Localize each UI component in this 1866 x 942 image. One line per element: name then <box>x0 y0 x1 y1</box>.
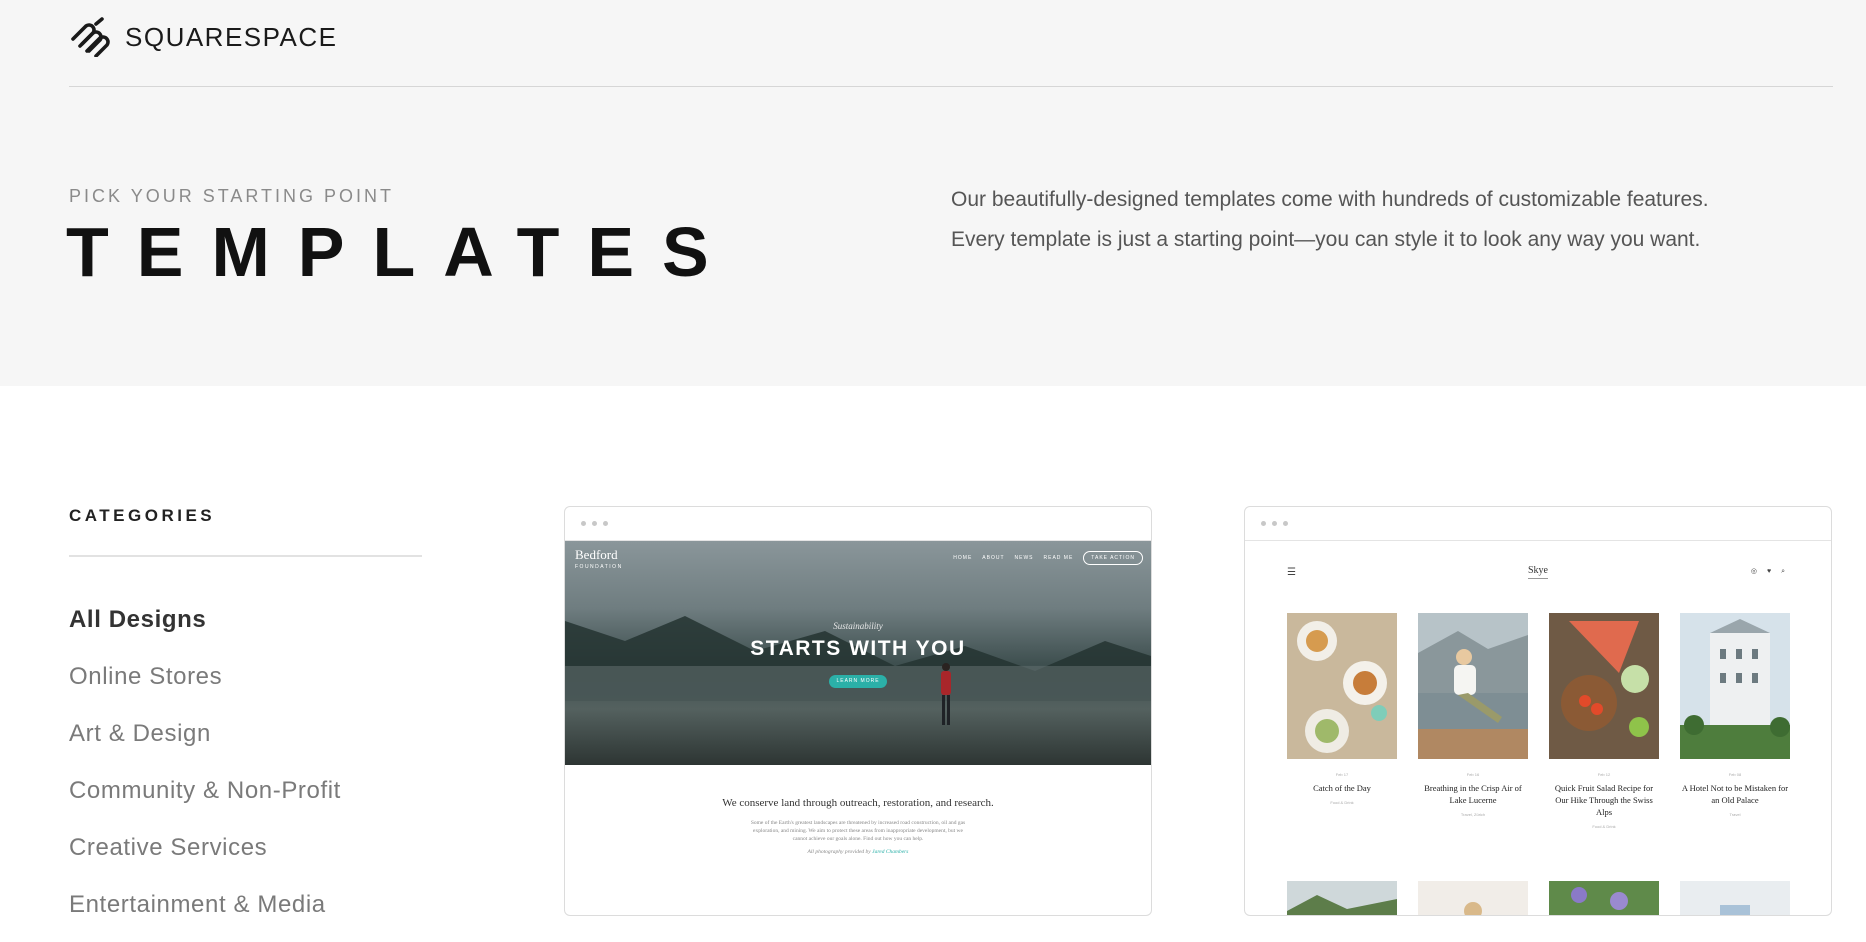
template-card-bedford[interactable]: Bedford FOUNDATION HOME ABOUT NEWS READ … <box>564 506 1152 916</box>
category-all-designs[interactable]: All Designs <box>69 598 341 655</box>
bedford-eyebrow: Sustainability <box>833 621 883 631</box>
window-dot-icon <box>1261 521 1266 526</box>
bedford-hero-image: Bedford FOUNDATION HOME ABOUT NEWS READ … <box>565 541 1151 765</box>
bedford-body: We conserve land through outreach, resto… <box>565 765 1151 855</box>
window-dot-icon <box>592 521 597 526</box>
page-title: TEMPLATES <box>66 213 737 291</box>
bedford-nav-item: READ ME <box>1043 555 1074 561</box>
bedford-nav-item: HOME <box>953 555 973 561</box>
bedford-logo: Bedford FOUNDATION <box>575 547 623 570</box>
browser-bar <box>565 507 1151 541</box>
window-dot-icon <box>1283 521 1288 526</box>
hero-description: Our beautifully-designed templates come … <box>951 188 1709 251</box>
post-title: Quick Fruit Salad Recipe for Our Hike Th… <box>1554 783 1654 817</box>
header-divider <box>69 86 1833 87</box>
social-search-icon: ◎ ♥ ⌕ <box>1750 568 1789 575</box>
bedford-hero-title: STARTS WITH YOU <box>750 637 966 660</box>
palace-hotel-image-icon <box>1680 613 1790 759</box>
building-photo-icon <box>1680 881 1790 915</box>
person-figure-icon <box>941 663 951 725</box>
skye-post-grid-row2 <box>1287 881 1790 915</box>
mountain-photo-icon <box>1287 881 1397 915</box>
category-art-design[interactable]: Art & Design <box>69 712 341 769</box>
portrait-photo-icon <box>1418 881 1528 915</box>
categories-heading: CATEGORIES <box>69 506 216 525</box>
skye-post: Feb 17 Catch of the Day Food & Drink <box>1287 613 1397 829</box>
lake-woman-image-icon <box>1418 613 1528 759</box>
brand-name: SQUARESPACE <box>125 21 338 52</box>
window-dot-icon <box>581 521 586 526</box>
flowers-photo-icon <box>1549 881 1659 915</box>
post-title: A Hotel Not to be Mistaken for an Old Pa… <box>1681 783 1789 805</box>
brand[interactable]: SQUARESPACE <box>69 17 338 57</box>
browser-bar <box>1245 507 1831 541</box>
squarespace-logo-icon <box>69 17 115 57</box>
bedford-learn-more: LEARN MORE <box>829 675 887 688</box>
bedford-body-text: Some of the Earth's greatest landscapes … <box>750 820 966 842</box>
category-entertainment-media[interactable]: Entertainment & Media <box>69 883 341 940</box>
skye-header: ☰ Skye ◎ ♥ ⌕ <box>1245 541 1831 581</box>
window-dot-icon <box>603 521 608 526</box>
bedford-credit: All photography provided by Jared Chambe… <box>807 849 909 855</box>
bedford-nav: HOME ABOUT NEWS READ ME TAKE ACTION <box>953 551 1143 565</box>
category-list: All Designs Online Stores Art & Design C… <box>69 598 341 940</box>
category-creative-services[interactable]: Creative Services <box>69 826 341 883</box>
bedford-nav-item: ABOUT <box>982 555 1005 561</box>
window-dot-icon <box>1272 521 1277 526</box>
bedford-body-title: We conserve land through outreach, resto… <box>722 797 994 809</box>
skye-post: Feb 12 Quick Fruit Salad Recipe for Our … <box>1549 613 1659 829</box>
skye-post-grid: Feb 17 Catch of the Day Food & Drink Feb… <box>1287 613 1790 829</box>
fruit-salad-image-icon <box>1549 613 1659 759</box>
category-online-stores[interactable]: Online Stores <box>69 655 341 712</box>
skye-post: Feb 08 A Hotel Not to be Mistaken for an… <box>1680 613 1790 829</box>
template-card-skye[interactable]: ☰ Skye ◎ ♥ ⌕ Feb 17 Catch of the Day Foo… <box>1244 506 1832 916</box>
skye-post: Feb 16 Breathing in the Crisp Air of Lak… <box>1418 613 1528 829</box>
hero-eyebrow: PICK YOUR STARTING POINT <box>69 186 395 206</box>
categories-divider <box>69 555 422 557</box>
post-title: Breathing in the Crisp Air of Lake Lucer… <box>1424 783 1522 805</box>
bedford-nav-item: NEWS <box>1014 555 1034 561</box>
post-title: Catch of the Day <box>1313 783 1371 793</box>
food-plates-image-icon <box>1287 613 1397 759</box>
category-community-non-profit[interactable]: Community & Non-Profit <box>69 769 341 826</box>
bedford-cta: TAKE ACTION <box>1083 551 1143 565</box>
skye-logo: Skye <box>1245 565 1831 579</box>
